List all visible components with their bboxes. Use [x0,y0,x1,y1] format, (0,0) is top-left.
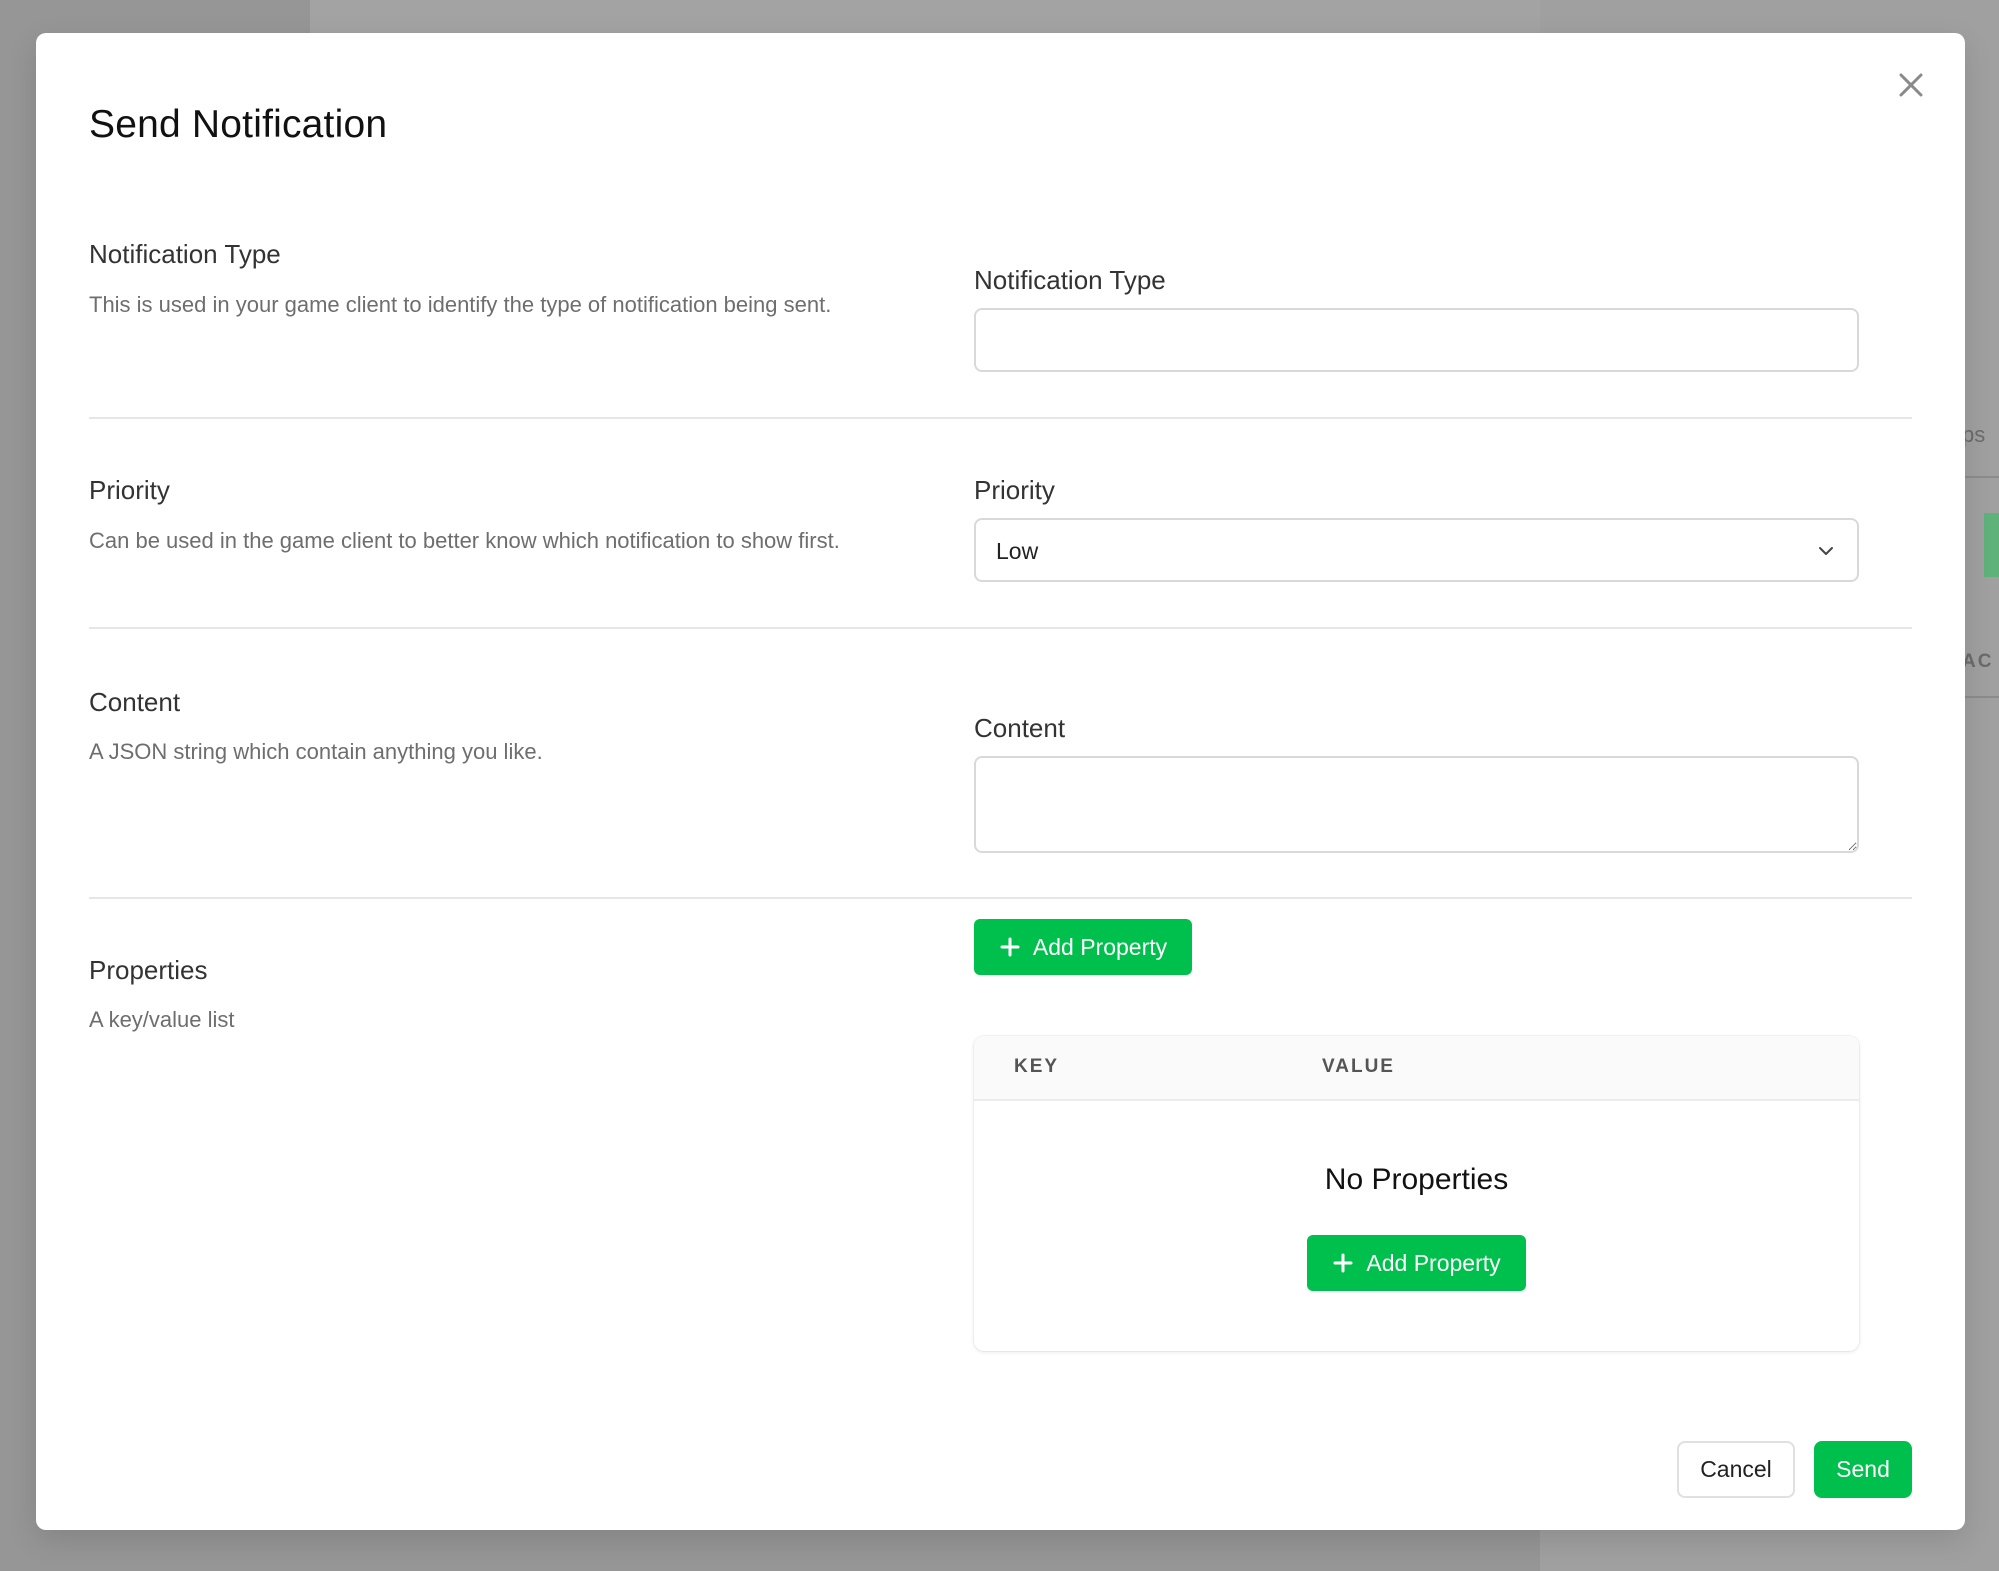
column-header-key: KEY [1014,1056,1060,1077]
add-property-label: Add Property [1032,933,1168,960]
column-header-value: VALUE [1322,1056,1395,1077]
empty-state-title: No Properties [1324,1163,1509,1196]
table-header: KEY VALUE [974,1036,1859,1101]
priority-select[interactable]: Low [974,518,1859,582]
priority-description: Can be used in the game client to better… [89,528,840,553]
priority-label: Priority [974,475,1055,505]
plus-icon [1000,937,1020,957]
modal-title: Send Notification [89,103,388,146]
close-icon [1899,73,1923,97]
content-title: Content [89,687,181,717]
notification-type-input[interactable] [974,308,1859,372]
content-label: Content [974,713,1066,743]
content-description: A JSON string which contain anything you… [89,739,543,764]
close-button[interactable] [1893,67,1929,103]
chevron-down-icon [1815,540,1837,562]
content-field: Content [974,713,1859,853]
notification-type-description: This is used in your game client to iden… [89,292,832,317]
properties-title: Properties [89,955,208,985]
priority-field: Priority Low [974,475,1859,582]
notification-type-title: Notification Type [89,239,281,269]
properties-table: KEY VALUE No Properties Add Property [974,1036,1859,1351]
background-text-fragment: AC [1962,651,1994,672]
notification-type-label: Notification Type [974,265,1166,295]
notification-type-field: Notification Type [974,265,1859,372]
send-notification-modal: Send Notification Notification Type This… [36,33,1965,1530]
send-button[interactable]: Send [1814,1441,1912,1498]
background-divider [1960,696,1999,698]
add-property-button[interactable]: Add Property [974,919,1192,975]
priority-title: Priority [89,475,170,505]
cancel-button[interactable]: Cancel [1677,1441,1795,1498]
properties-description: A key/value list [89,1007,235,1032]
content-textarea[interactable] [974,756,1859,853]
empty-state-add-property-label: Add Property [1366,1249,1501,1276]
empty-state-add-property-button[interactable]: Add Property [1307,1235,1526,1291]
plus-icon [1333,1253,1353,1273]
priority-selected-value: Low [996,538,1039,564]
background-text-fragment: ps [1962,422,1986,447]
background-button-fragment [1984,513,1999,577]
background-divider [1960,476,1999,478]
